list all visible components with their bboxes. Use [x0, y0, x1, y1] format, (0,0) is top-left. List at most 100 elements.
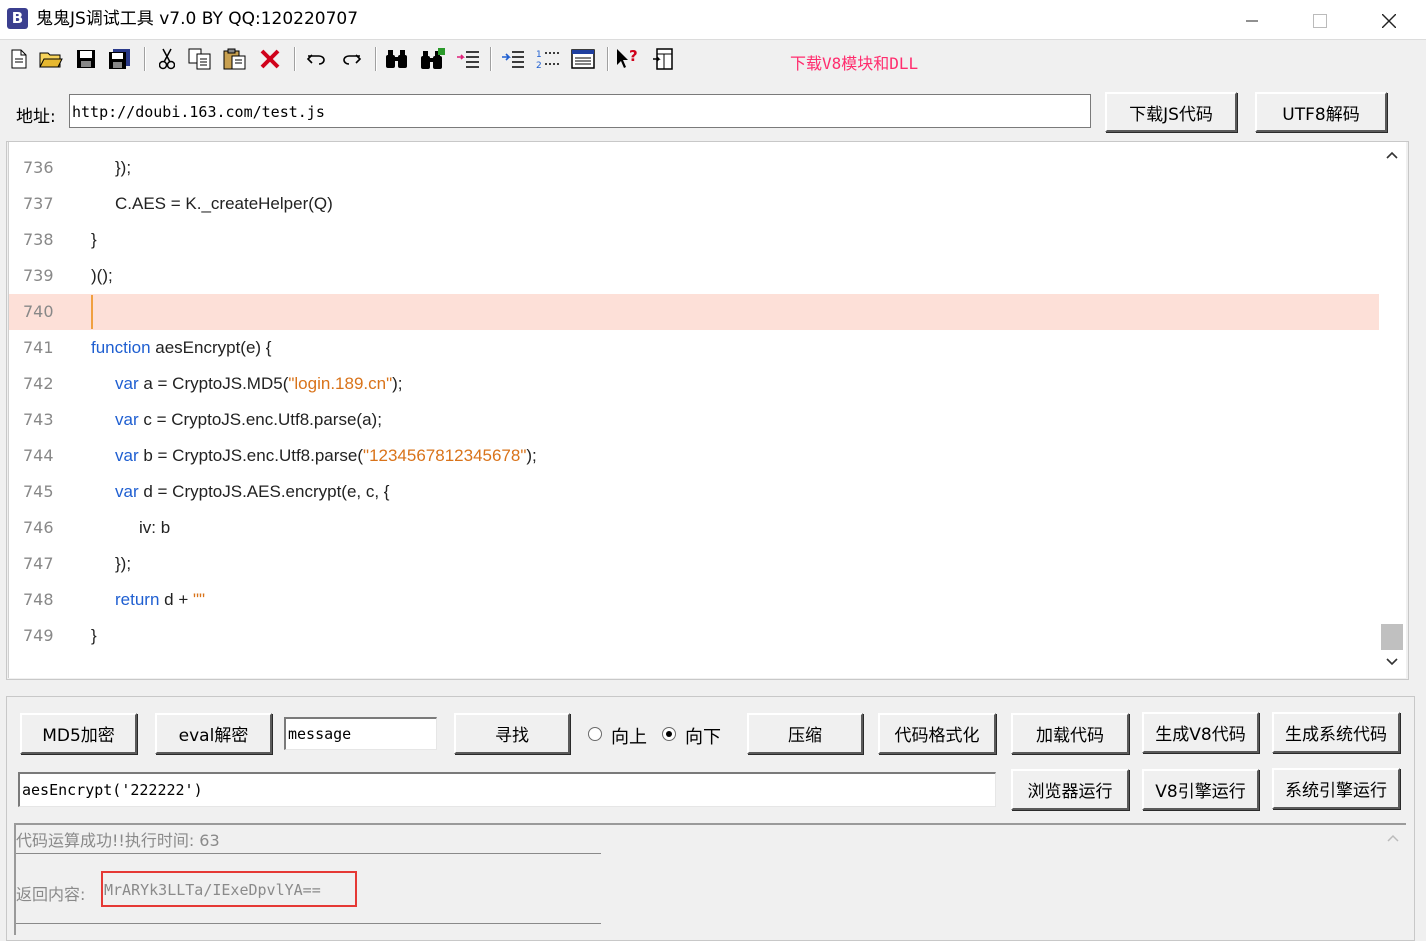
find-button[interactable]: 寻找 [454, 713, 570, 754]
code-line[interactable]: 742 var a = CryptoJS.MD5("login.189.cn"); [9, 366, 1380, 402]
system-engine-run-button[interactable]: 系统引擎运行 [1272, 768, 1400, 809]
help-pointer-icon[interactable]: ? [616, 46, 642, 72]
keyword-token: var [115, 446, 139, 465]
cut-icon[interactable] [154, 46, 180, 72]
address-input[interactable]: http://doubi.163.com/test.js [69, 94, 1091, 128]
keyword-token: function [91, 338, 151, 357]
radio-up-label: 向上 [611, 727, 647, 748]
expression-input[interactable]: aesEncrypt('222222') [18, 772, 996, 807]
code-line[interactable]: 746 iv: b [9, 510, 1380, 546]
line-number: 745 [23, 482, 54, 501]
line-number: 746 [23, 518, 54, 537]
line-number: 749 [23, 626, 54, 645]
title-bar: B 鬼鬼JS调试工具 v7.0 BY QQ:120220707 [0, 0, 1426, 40]
output-area[interactable]: 代码运算成功!!执行时间: 63 返回内容: MrARYk3LLTa/IExeD… [14, 823, 1406, 935]
code-text: )(); [91, 258, 113, 294]
code-line[interactable]: 748 return d + "" [9, 582, 1380, 618]
status-text: 代码运算成功!!执行时间: 63 [16, 831, 220, 850]
code-editor[interactable]: 736}); 737 C.AES = K._createHelper(Q) 738} 7… [8, 142, 1380, 678]
radio-up[interactable] [588, 727, 602, 741]
code-text: } [91, 618, 97, 654]
code-line[interactable]: 741 function aesEncrypt(e) { [9, 330, 1380, 366]
scroll-down-icon [1386, 658, 1398, 666]
result-highlight-box [101, 871, 357, 907]
line-number: 747 [23, 554, 54, 573]
generate-v8-code-button[interactable]: 生成V8代码 [1142, 712, 1259, 753]
redo-icon[interactable] [338, 46, 364, 72]
code-line[interactable]: 749} [9, 618, 1380, 654]
format-code-button[interactable]: 代码格式化 [878, 713, 996, 754]
code-token: ); [392, 374, 403, 393]
code-text: var c = CryptoJS.enc.Utf8.parse(a); [115, 402, 382, 438]
line-number: 743 [23, 410, 54, 429]
code-line[interactable]: 743 var c = CryptoJS.enc.Utf8.parse(a); [9, 402, 1380, 438]
code-text: var d = CryptoJS.AES.encrypt(e, c, { [115, 474, 389, 510]
replace-icon[interactable] [455, 46, 481, 72]
split-view-icon[interactable] [650, 46, 676, 72]
scroll-thumb [1381, 624, 1403, 650]
utf8-decode-button[interactable]: UTF8解码 [1255, 92, 1387, 132]
string-token: "login.189.cn" [288, 374, 393, 393]
radio-down[interactable] [662, 727, 676, 741]
code-token: d + [159, 590, 193, 609]
line-number: 737 [23, 194, 54, 213]
minimize-button[interactable] [1229, 0, 1275, 39]
code-line[interactable]: 745 var d = CryptoJS.AES.encrypt(e, c, { [9, 474, 1380, 510]
md5-encrypt-button[interactable]: MD5加密 [20, 713, 137, 754]
line-numbers-icon[interactable]: 12 [535, 46, 561, 72]
code-text: }); [115, 546, 131, 582]
find-next-icon[interactable] [420, 46, 446, 72]
paste-icon[interactable] [222, 46, 248, 72]
compress-button[interactable]: 压缩 [747, 713, 863, 754]
v8-engine-run-button[interactable]: V8引擎运行 [1142, 769, 1259, 810]
browser-run-button[interactable]: 浏览器运行 [1011, 769, 1129, 810]
code-token: d = CryptoJS.AES.encrypt(e, c, { [138, 482, 390, 501]
svg-text:?: ? [629, 48, 638, 65]
undo-icon[interactable] [304, 46, 330, 72]
code-token: } [91, 626, 97, 645]
code-text: }); [115, 150, 131, 186]
divider [16, 923, 601, 924]
code-line[interactable]: 736}); [9, 150, 1380, 186]
code-line[interactable]: 737 C.AES = K._createHelper(Q) [9, 186, 1380, 222]
editor-scrollbar[interactable] [1379, 142, 1406, 678]
scroll-up-icon [1386, 151, 1398, 159]
find-icon[interactable] [384, 46, 410, 72]
address-label: 地址: [16, 107, 56, 127]
close-button[interactable] [1366, 0, 1412, 39]
code-line[interactable]: 740 [9, 294, 1380, 330]
code-line[interactable]: 747}); [9, 546, 1380, 582]
code-text: function aesEncrypt(e) { [91, 330, 272, 366]
code-token: )(); [91, 266, 113, 285]
code-text: } [91, 222, 97, 258]
code-line[interactable]: 744 var b = CryptoJS.enc.Utf8.parse("1234… [9, 438, 1380, 474]
generate-system-code-button[interactable]: 生成系统代码 [1272, 712, 1400, 753]
search-input[interactable]: message [284, 717, 437, 750]
load-code-button[interactable]: 加载代码 [1011, 713, 1129, 754]
minimize-icon [1246, 20, 1258, 21]
download-v8-link[interactable]: 下载V8模块和DLL [790, 50, 918, 74]
code-token: }); [115, 158, 132, 177]
code-token: b = CryptoJS.enc.Utf8.parse( [138, 446, 364, 465]
output-scrollbar[interactable] [1382, 827, 1404, 935]
save-icon[interactable] [73, 46, 99, 72]
save-all-icon[interactable] [107, 46, 133, 72]
open-folder-icon[interactable] [38, 46, 64, 72]
new-file-icon[interactable] [6, 46, 32, 72]
maximize-button[interactable] [1297, 0, 1343, 39]
copy-icon[interactable] [187, 46, 213, 72]
code-text: return d + "" [115, 582, 205, 618]
line-number: 736 [23, 158, 54, 177]
string-token: "1234567812345678" [363, 446, 527, 465]
eval-decrypt-button[interactable]: eval解密 [155, 713, 272, 754]
code-line[interactable]: 738} [9, 222, 1380, 258]
close-icon [1381, 13, 1397, 28]
indent-icon[interactable] [500, 46, 526, 72]
download-js-button[interactable]: 下载JS代码 [1105, 92, 1237, 132]
code-token: }); [115, 554, 132, 573]
text-caret [91, 295, 93, 329]
line-number: 739 [23, 266, 54, 285]
delete-icon[interactable] [257, 46, 283, 72]
code-line[interactable]: 739 )(); [9, 258, 1380, 294]
window-icon[interactable] [570, 46, 596, 72]
